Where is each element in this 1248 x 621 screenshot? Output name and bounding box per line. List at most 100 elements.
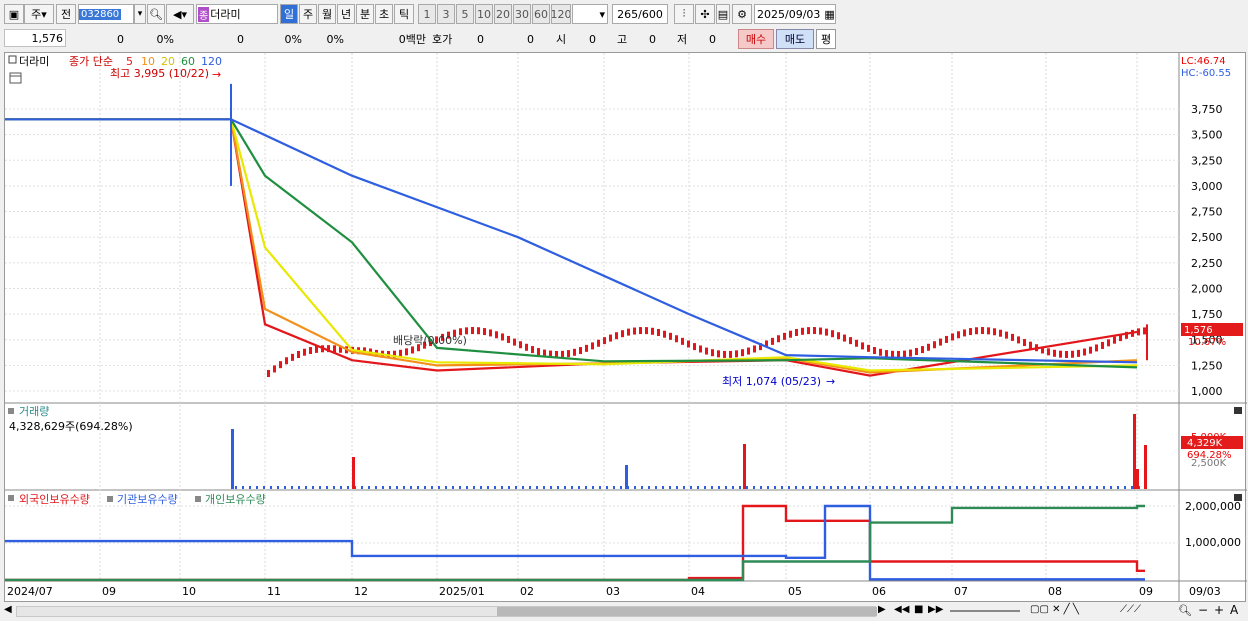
- timeframe-day[interactable]: 일: [280, 4, 298, 24]
- buy-button[interactable]: 매수: [738, 29, 774, 49]
- volume-bar: [732, 486, 734, 489]
- interval-1[interactable]: 1: [418, 4, 436, 24]
- open-value: 0: [589, 32, 596, 46]
- candle: [1047, 348, 1050, 356]
- timeframe-second[interactable]: 초: [375, 4, 393, 24]
- x-axis-label: 09: [1139, 585, 1153, 598]
- volume-bar: [256, 486, 258, 489]
- volume-bar: [1054, 486, 1056, 489]
- volume-bar: [1096, 486, 1098, 489]
- stock-code-input[interactable]: 032860: [78, 4, 134, 24]
- interval-custom-select[interactable]: ▾: [572, 4, 608, 24]
- ma-line-60: [5, 118, 1138, 369]
- volume-bar: [1133, 414, 1136, 489]
- volume-bar: [977, 486, 979, 489]
- holding-panel-icon[interactable]: [8, 495, 14, 501]
- code-dropdown-icon[interactable]: ▾: [134, 4, 146, 24]
- layout-icons[interactable]: ▢▢ ✕ ╱ ╲: [1030, 604, 1079, 615]
- volume-bar: [352, 457, 355, 489]
- scroll-right-icon[interactable]: ▶: [878, 604, 886, 615]
- interval-60[interactable]: 60: [532, 4, 550, 24]
- volume-bar: [592, 486, 594, 489]
- interval-3[interactable]: 3: [437, 4, 455, 24]
- bottom-scrollbar[interactable]: ◀ ▶ ◀◀ ■ ▶▶ ▢▢ ✕ ╱ ╲ ⟋⟋⟋ 🔍︎ − + A: [0, 602, 1248, 621]
- candle-icon[interactable]: ⫶: [674, 4, 694, 24]
- crosshair-icon[interactable]: ✣: [695, 4, 715, 24]
- volume-panel-icon[interactable]: [8, 408, 14, 414]
- calendar-icon: ▦: [824, 7, 835, 21]
- interval-20[interactable]: 20: [494, 4, 512, 24]
- period-select-value: 주: [31, 8, 42, 21]
- panel-toggle-icon[interactable]: [8, 55, 17, 64]
- candle: [825, 328, 828, 336]
- volume-bar: [599, 486, 601, 489]
- candle: [273, 365, 276, 373]
- x-axis-label: 04: [691, 585, 705, 598]
- amount-value: 0백만: [398, 33, 426, 46]
- date-input[interactable]: 2025/09/03 ▦: [754, 4, 836, 24]
- volume-bar: [585, 486, 587, 489]
- scroll-left-icon[interactable]: ◀: [4, 604, 16, 618]
- scroll-thumb[interactable]: [497, 607, 877, 616]
- gear-icon[interactable]: ⚙: [732, 4, 752, 24]
- volume-bar: [1040, 486, 1042, 489]
- draw-tools-icon[interactable]: ⟋⟋⟋: [1120, 604, 1141, 615]
- zoom-slider[interactable]: [950, 610, 1020, 612]
- open-label: 시: [555, 33, 567, 46]
- timeframe-minute[interactable]: 분: [356, 4, 374, 24]
- search-icon[interactable]: 🔍︎: [147, 4, 165, 24]
- candle: [807, 327, 810, 335]
- stop-icon[interactable]: ■: [914, 604, 923, 615]
- timeframe-year[interactable]: 년: [337, 4, 355, 24]
- speaker-icon[interactable]: ◀▾: [166, 4, 194, 24]
- volume-bar: [529, 486, 531, 489]
- interval-120[interactable]: 120: [551, 4, 571, 24]
- interval-10[interactable]: 10: [475, 4, 493, 24]
- volume-bar: [473, 486, 475, 489]
- text-size-icon[interactable]: A: [1230, 603, 1238, 617]
- x-axis-label: 03: [606, 585, 620, 598]
- volume-value-label: 4,328,629주(694.28%): [9, 420, 133, 433]
- scroll-track[interactable]: [16, 606, 877, 617]
- volume-bar: [697, 486, 699, 489]
- timeframe-tick[interactable]: 틱: [394, 4, 414, 24]
- calendar-icon[interactable]: [9, 72, 22, 84]
- stock-name-field[interactable]: 종 더라미: [196, 4, 278, 24]
- timeframe-month[interactable]: 월: [318, 4, 336, 24]
- average-button[interactable]: 평: [816, 29, 836, 49]
- plus-icon[interactable]: +: [1214, 603, 1224, 617]
- period-select[interactable]: 주 ▾: [24, 4, 54, 24]
- x-axis-label: 2024/07: [7, 585, 53, 598]
- candle: [657, 329, 660, 337]
- count-field[interactable]: 265/600: [612, 4, 668, 24]
- candle: [471, 327, 474, 335]
- candle: [903, 350, 906, 358]
- candle: [651, 327, 654, 335]
- forward-icon[interactable]: ▶▶: [928, 604, 943, 615]
- window-icon[interactable]: ▣: [4, 4, 24, 24]
- zoom-out-icon[interactable]: 🔍︎: [1178, 604, 1192, 617]
- rewind-icon[interactable]: ◀◀: [894, 604, 909, 615]
- prev-button[interactable]: 전: [56, 4, 76, 24]
- candle: [1143, 327, 1146, 335]
- interval-30[interactable]: 30: [513, 4, 531, 24]
- candle: [951, 333, 954, 341]
- interval-5[interactable]: 5: [456, 4, 474, 24]
- minus-icon[interactable]: −: [1198, 603, 1208, 617]
- candle: [1113, 336, 1116, 344]
- volume-close-icon[interactable]: [1234, 407, 1242, 414]
- candle: [1077, 349, 1080, 357]
- volume-bar: [900, 486, 902, 489]
- candle: [819, 327, 822, 335]
- holding-close-icon[interactable]: [1234, 494, 1242, 501]
- chart-area[interactable]: 더라미 종가 단순 5 10 20 60 120 최고 3,995 (10/22…: [4, 52, 1247, 603]
- timeframe-week[interactable]: 주: [299, 4, 317, 24]
- candle: [411, 346, 414, 354]
- save-icon[interactable]: ▤: [716, 4, 730, 24]
- dividend-annotation: 배당락(0.00%): [393, 334, 467, 347]
- volume-bar: [683, 486, 685, 489]
- volume-bar: [445, 486, 447, 489]
- candle: [831, 330, 834, 338]
- sell-button[interactable]: 매도: [776, 29, 814, 49]
- volume-bar: [704, 486, 706, 489]
